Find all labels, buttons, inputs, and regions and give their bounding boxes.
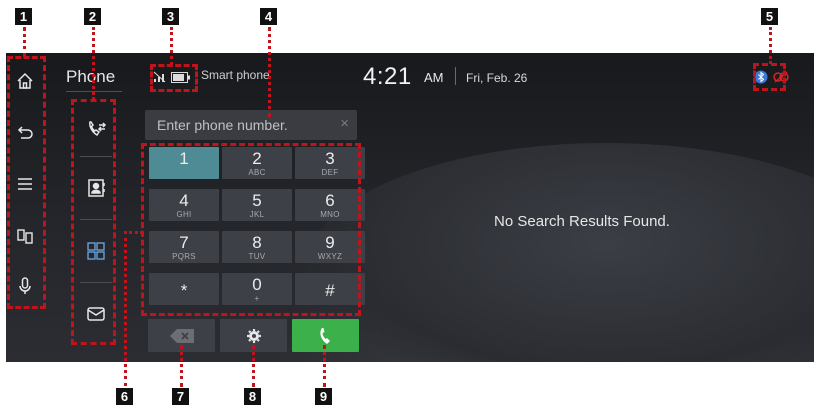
callout-3: 3 — [162, 8, 179, 25]
backspace-icon — [169, 328, 194, 343]
callout-leader-4 — [268, 27, 271, 117]
callout-box-keypad — [141, 143, 361, 316]
gear-icon — [246, 328, 261, 343]
head-unit-screen: Phone Smart phone 4:21 AM Fri, Feb. 26 × — [6, 53, 814, 362]
callout-7: 7 — [172, 388, 189, 405]
clock-date: Fri, Feb. 26 — [466, 71, 528, 85]
callout-leader-5 — [769, 27, 772, 64]
callout-leader-6-h — [124, 231, 143, 234]
callout-leader-6 — [124, 231, 127, 386]
callout-6: 6 — [116, 388, 133, 405]
callout-2: 2 — [84, 8, 101, 25]
callout-leader-9 — [323, 345, 326, 387]
phone-number-field[interactable]: × — [145, 110, 357, 140]
callout-leader-2 — [92, 27, 95, 100]
header-divider — [455, 67, 456, 85]
callout-9: 9 — [315, 388, 332, 405]
callout-leader-7 — [180, 345, 183, 387]
callout-box-1 — [7, 56, 46, 309]
no-results-message: No Search Results Found. — [494, 213, 670, 230]
callout-leader-1 — [23, 27, 26, 57]
phone-number-input[interactable] — [145, 110, 325, 140]
clock-time: 4:21 — [363, 63, 412, 90]
callout-8: 8 — [244, 388, 261, 405]
callout-box-5 — [753, 63, 786, 91]
callout-box-2 — [71, 99, 116, 345]
callout-box-3 — [150, 64, 198, 92]
callout-leader-3 — [170, 27, 173, 65]
page-title: Phone — [66, 67, 116, 86]
callout-4: 4 — [260, 8, 277, 25]
clock-ampm: AM — [424, 70, 444, 85]
callout-1: 1 — [15, 8, 32, 25]
connected-device-name: Smart phone — [201, 68, 270, 82]
clear-input-icon[interactable]: × — [340, 115, 349, 132]
callout-leader-8 — [252, 345, 255, 387]
callout-5: 5 — [761, 8, 778, 25]
phone-call-icon — [319, 327, 330, 344]
